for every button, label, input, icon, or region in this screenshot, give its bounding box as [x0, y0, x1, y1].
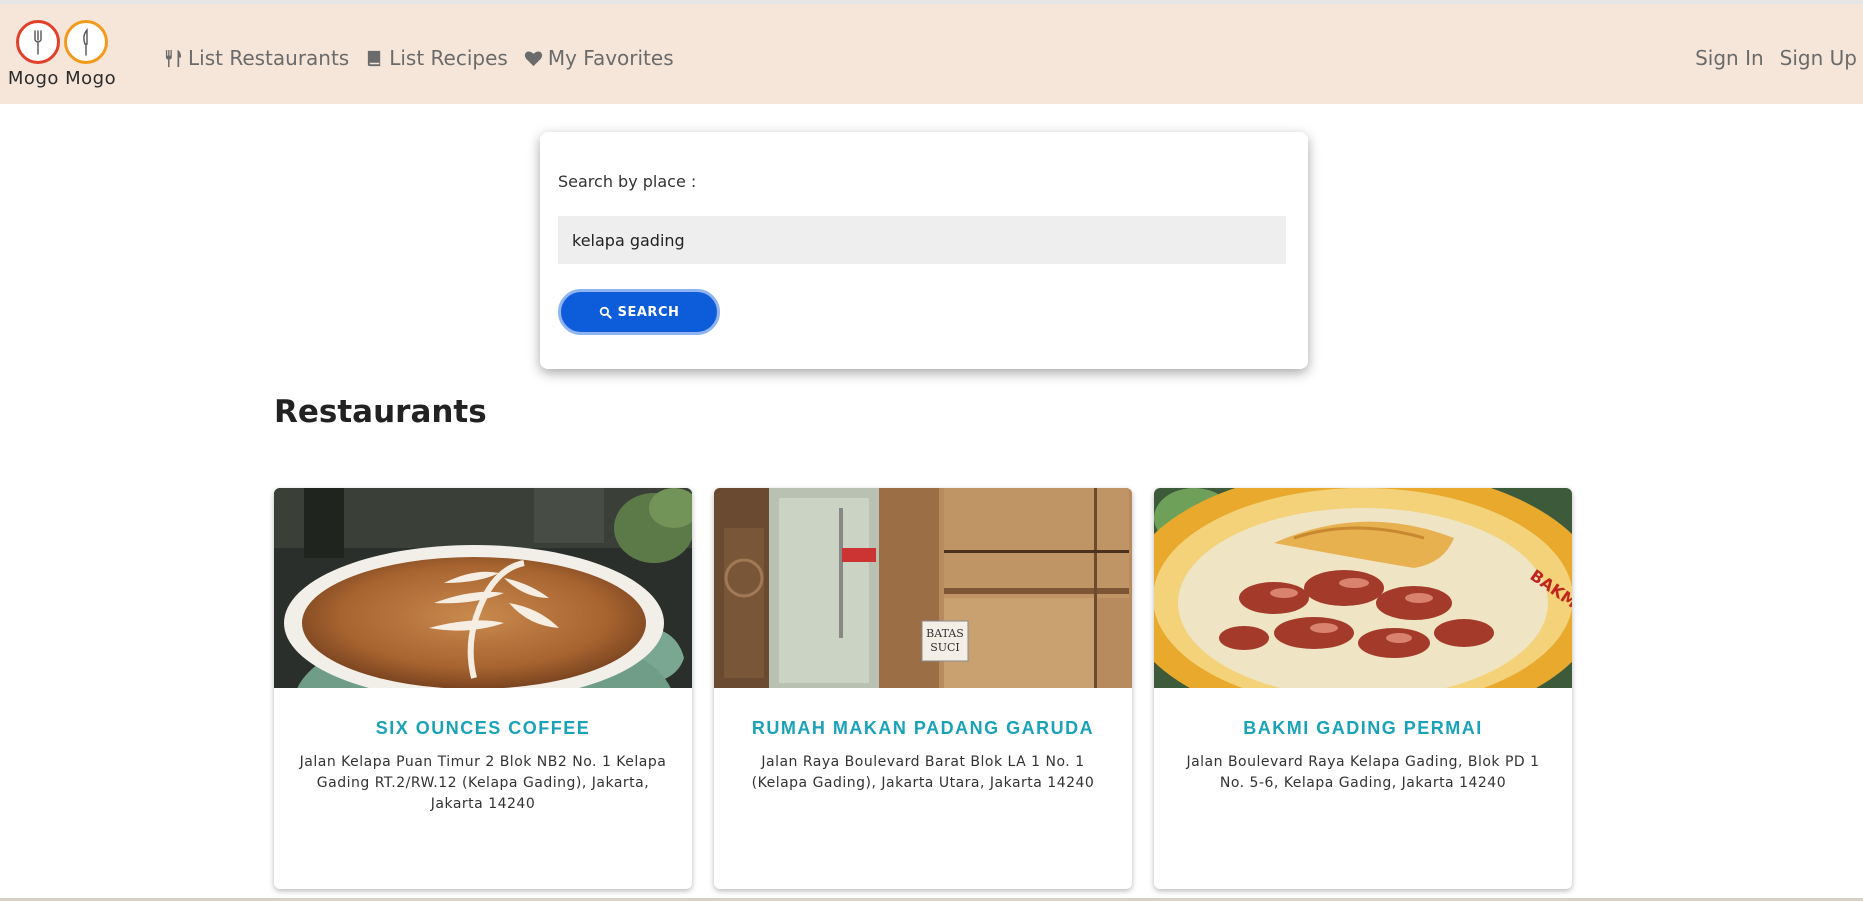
brand-logo-link[interactable]: Mogo Mogo — [6, 18, 118, 94]
search-input[interactable] — [558, 216, 1286, 264]
sign-text-line2: SUCI — [930, 641, 960, 654]
navbar: Mogo Mogo List Restaurants List Recipes … — [0, 4, 1863, 104]
restaurant-card[interactable]: SIX OUNCES COFFEE Jalan Kelapa Puan Timu… — [274, 488, 692, 889]
restaurant-card[interactable]: BAKMI BAKMI GADING PERMAI Jalan Boulevar… — [1154, 488, 1572, 889]
auth-links: Sign In Sign Up — [1695, 46, 1857, 70]
search-button[interactable]: SEARCH — [558, 289, 720, 335]
nav-list-recipes[interactable]: List Recipes — [365, 46, 508, 70]
restaurant-name[interactable]: SIX OUNCES COFFEE — [274, 718, 692, 739]
section-title: Restaurants — [274, 394, 487, 430]
sign-in-link[interactable]: Sign In — [1695, 46, 1764, 70]
restaurant-name[interactable]: RUMAH MAKAN PADANG GARUDA — [714, 718, 1132, 739]
search-card: Search by place : SEARCH — [540, 132, 1308, 369]
brand-name: Mogo Mogo — [7, 68, 117, 89]
nav-list-recipes-label: List Recipes — [389, 46, 508, 70]
search-icon — [599, 306, 612, 319]
restaurant-name[interactable]: BAKMI GADING PERMAI — [1154, 718, 1572, 739]
search-button-label: SEARCH — [617, 304, 680, 320]
restaurant-entrance-photo: BATAS SUCI — [714, 488, 1132, 688]
book-icon — [368, 50, 381, 66]
sign-up-link[interactable]: Sign Up — [1780, 46, 1857, 70]
restaurant-address: Jalan Boulevard Raya Kelapa Gading, Blok… — [1186, 754, 1540, 791]
nav-list-restaurants-label: List Restaurants — [188, 46, 350, 70]
restaurant-card[interactable]: BATAS SUCI RUMAH MAKAN PADANG GARUDA Jal… — [714, 488, 1132, 889]
nav-my-favorites[interactable]: My Favorites — [524, 46, 674, 70]
fork-logo-icon — [16, 20, 60, 64]
restaurant-address: Jalan Raya Boulevard Barat Blok LA 1 No.… — [751, 754, 1095, 791]
utensils-icon — [165, 49, 182, 67]
heart-icon — [524, 51, 543, 66]
latte-art-photo — [274, 488, 692, 688]
search-label: Search by place : — [558, 172, 697, 191]
restaurant-address: Jalan Kelapa Puan Timur 2 Blok NB2 No. 1… — [299, 754, 667, 812]
nav-list-restaurants[interactable]: List Restaurants — [164, 46, 349, 70]
sign-text-line1: BATAS — [926, 627, 964, 640]
noodle-bowl-photo: BAKMI — [1154, 488, 1572, 688]
knife-logo-icon — [64, 20, 108, 64]
page: Mogo Mogo List Restaurants List Recipes … — [0, 0, 1863, 901]
nav-my-favorites-label: My Favorites — [547, 46, 674, 70]
nav-links: List Restaurants List Recipes My Favorit… — [164, 46, 674, 70]
